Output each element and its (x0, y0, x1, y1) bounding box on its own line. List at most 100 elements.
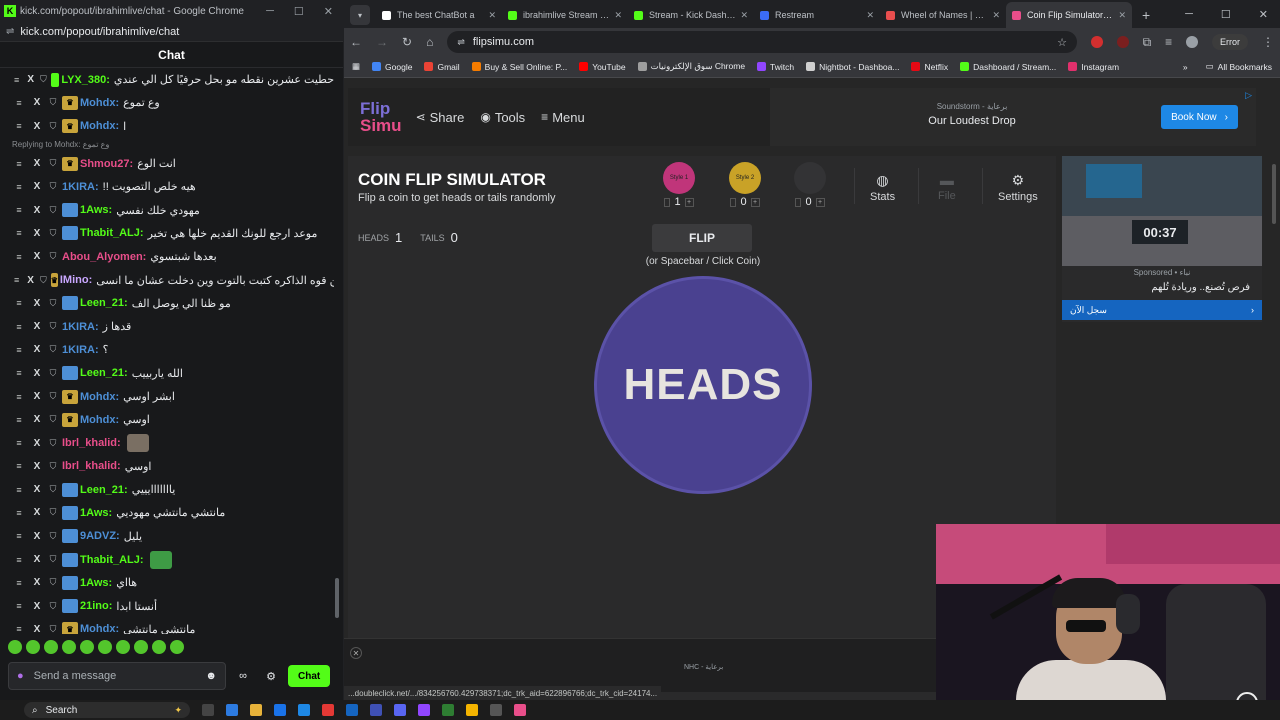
app-icon[interactable] (490, 704, 502, 716)
close-tab-icon[interactable]: ✕ (488, 10, 496, 21)
new-tab-icon[interactable]: + (1142, 7, 1150, 23)
profile-avatar[interactable] (1186, 36, 1198, 48)
pin-icon[interactable]: ≡ (14, 368, 24, 378)
bookmark-item[interactable]: Gmail (424, 61, 460, 72)
nav-tools-link[interactable]: ◉ Tools (480, 110, 525, 125)
shield-icon[interactable]: ⛉ (48, 344, 58, 355)
pin-icon[interactable]: ≡ (14, 275, 19, 285)
pin-icon[interactable]: ≡ (14, 601, 24, 611)
emote-icon[interactable] (134, 640, 148, 654)
shield-icon[interactable]: ⛉ (48, 624, 58, 634)
ban-icon[interactable]: X (32, 228, 42, 239)
chat-message[interactable]: ≡ X ⛉ 1KIRA: قدها ز (0, 315, 334, 338)
pin-icon[interactable]: ≡ (14, 508, 24, 518)
chat-username[interactable]: Leen_21: (80, 367, 128, 379)
shield-icon[interactable]: ⛉ (48, 97, 58, 108)
ban-icon[interactable]: X (32, 554, 42, 565)
top-banner-ad[interactable]: Soundstorm - برعاية Our Loudest Drop Boo… (770, 88, 1256, 146)
side-video-ad[interactable]: 00:37 Sponsored • نباء فرص تُصنع.. ورياد… (1062, 156, 1262, 322)
nav-share-link[interactable]: ⋖ Share (416, 110, 465, 125)
chat-username[interactable]: IMino: (60, 274, 92, 286)
chat-message[interactable]: ≡ X ⛉ LYX_380: حطيت عشرين نقطه مو بحل حرفيًا… (0, 68, 334, 91)
shield-icon[interactable]: ⛉ (48, 391, 58, 402)
coin-style-1[interactable]: Style 1 1 + (662, 162, 696, 208)
bookmark-item[interactable]: Nightbot - Dashboa... (806, 61, 899, 72)
microphone-icon[interactable]: ● (17, 670, 24, 682)
ban-icon[interactable]: X (32, 531, 42, 542)
adchoices-icon[interactable]: ▷ (1245, 90, 1252, 101)
chat-message[interactable]: ≡ X ⛉ 1KIRA: ؟ (0, 338, 334, 361)
ban-icon[interactable]: X (32, 438, 42, 449)
app-icon[interactable] (298, 704, 310, 716)
file-explorer-icon[interactable] (250, 704, 262, 716)
app-icon[interactable] (346, 704, 358, 716)
pin-icon[interactable]: ≡ (14, 461, 24, 471)
chat-message[interactable]: ≡ X ⛉ Leen_21: يااااااايييي (0, 478, 334, 501)
reload-icon[interactable]: ↻ (402, 35, 412, 49)
ban-icon[interactable]: X (32, 414, 42, 425)
chat-message[interactable]: ≡ X ⛉ 21ino: أنستا ابدا (0, 595, 334, 618)
pin-icon[interactable]: ≡ (14, 228, 24, 238)
emote-icon[interactable] (116, 640, 130, 654)
browser-tab[interactable]: The best ChatBot a ✕ (376, 2, 502, 28)
shield-icon[interactable]: ⛉ (48, 601, 58, 612)
ban-icon[interactable]: X (32, 344, 42, 355)
shield-icon[interactable]: ⛉ (48, 251, 58, 262)
chat-username[interactable]: Thabit_ALJ: (80, 227, 144, 239)
coin-style-2[interactable]: Style 2 0 + (728, 162, 762, 208)
emote-icon[interactable] (62, 640, 76, 654)
shield-icon[interactable]: ⛉ (48, 205, 58, 216)
chat-username[interactable]: Mohdx: (80, 120, 119, 132)
bookmark-item[interactable]: Google (372, 61, 412, 72)
pin-icon[interactable]: ≡ (14, 531, 24, 541)
chat-username[interactable]: 1Aws: (80, 204, 112, 216)
chat-username[interactable]: 1KIRA: (62, 344, 99, 356)
ban-icon[interactable]: X (32, 181, 42, 192)
ban-icon[interactable]: X (32, 251, 42, 262)
pin-icon[interactable]: ≡ (14, 555, 24, 565)
close-tab-icon[interactable]: ✕ (866, 10, 874, 21)
ban-icon[interactable]: X (32, 601, 42, 612)
chat-message[interactable]: ≡ X ⛉ ♛ Shmou27: انت الوع (0, 152, 334, 175)
decrement-button[interactable] (730, 197, 737, 207)
chat-message[interactable]: ≡ X ⛉ 1Aws: مهودي خلك نفسي (0, 198, 334, 221)
pin-icon[interactable]: ≡ (14, 121, 24, 131)
browser-tab[interactable]: ibrahimlive Stream - W ✕ (502, 2, 628, 28)
forward-arrow-icon[interactable]: → (376, 35, 388, 49)
chrome-icon[interactable] (466, 704, 478, 716)
chat-username[interactable]: 1Aws: (80, 577, 112, 589)
shield-icon[interactable]: ⛉ (48, 158, 58, 169)
maximize-icon[interactable]: ☐ (1221, 8, 1231, 21)
pin-icon[interactable]: ≡ (14, 415, 24, 425)
pin-icon[interactable]: ≡ (14, 485, 24, 495)
pin-icon[interactable]: ≡ (14, 624, 24, 634)
browser-tab[interactable]: Stream - Kick Dashbo ✕ (628, 2, 754, 28)
pin-icon[interactable]: ≡ (14, 578, 24, 588)
chat-username[interactable]: Ibrl_khalid: (62, 437, 121, 449)
chat-username[interactable]: Leen_21: (80, 484, 128, 496)
ban-icon[interactable]: X (32, 507, 42, 518)
rewards-icon[interactable]: ∞ (232, 670, 254, 682)
settings-button[interactable]: ⚙ Settings (998, 172, 1038, 203)
flipsimu-logo[interactable]: Flip Simu (360, 100, 402, 134)
chat-username[interactable]: Shmou27: (80, 158, 133, 170)
emoji-picker-icon[interactable]: ☻ (205, 670, 217, 682)
bookmark-item[interactable]: Twitch (757, 61, 794, 72)
app-icon[interactable] (514, 704, 526, 716)
app-icon[interactable] (322, 704, 334, 716)
close-icon[interactable]: ✕ (324, 5, 333, 18)
ad-video-thumbnail[interactable] (1062, 156, 1262, 266)
bookmark-item[interactable]: Dashboard / Stream... (960, 61, 1056, 72)
site-info-icon[interactable]: ⇌ (457, 37, 465, 48)
chat-username[interactable]: 1KIRA: (62, 181, 99, 193)
coin-style-3-swatch[interactable] (794, 162, 826, 194)
increment-button[interactable]: + (815, 197, 825, 207)
shield-icon[interactable]: ⛉ (48, 461, 58, 472)
chat-message[interactable]: ≡ X ⛉ Ibrl_khalid: اوسي (0, 455, 334, 478)
emote-icon[interactable] (8, 640, 22, 654)
pin-icon[interactable]: ≡ (14, 438, 24, 448)
flip-button[interactable]: FLIP (652, 224, 752, 252)
pin-icon[interactable]: ≡ (14, 252, 24, 262)
pin-icon[interactable]: ≡ (14, 98, 24, 108)
chat-message[interactable]: ≡ X ⛉ Thabit_ALJ: موعد ارجع للونك القديم خله… (0, 222, 334, 245)
